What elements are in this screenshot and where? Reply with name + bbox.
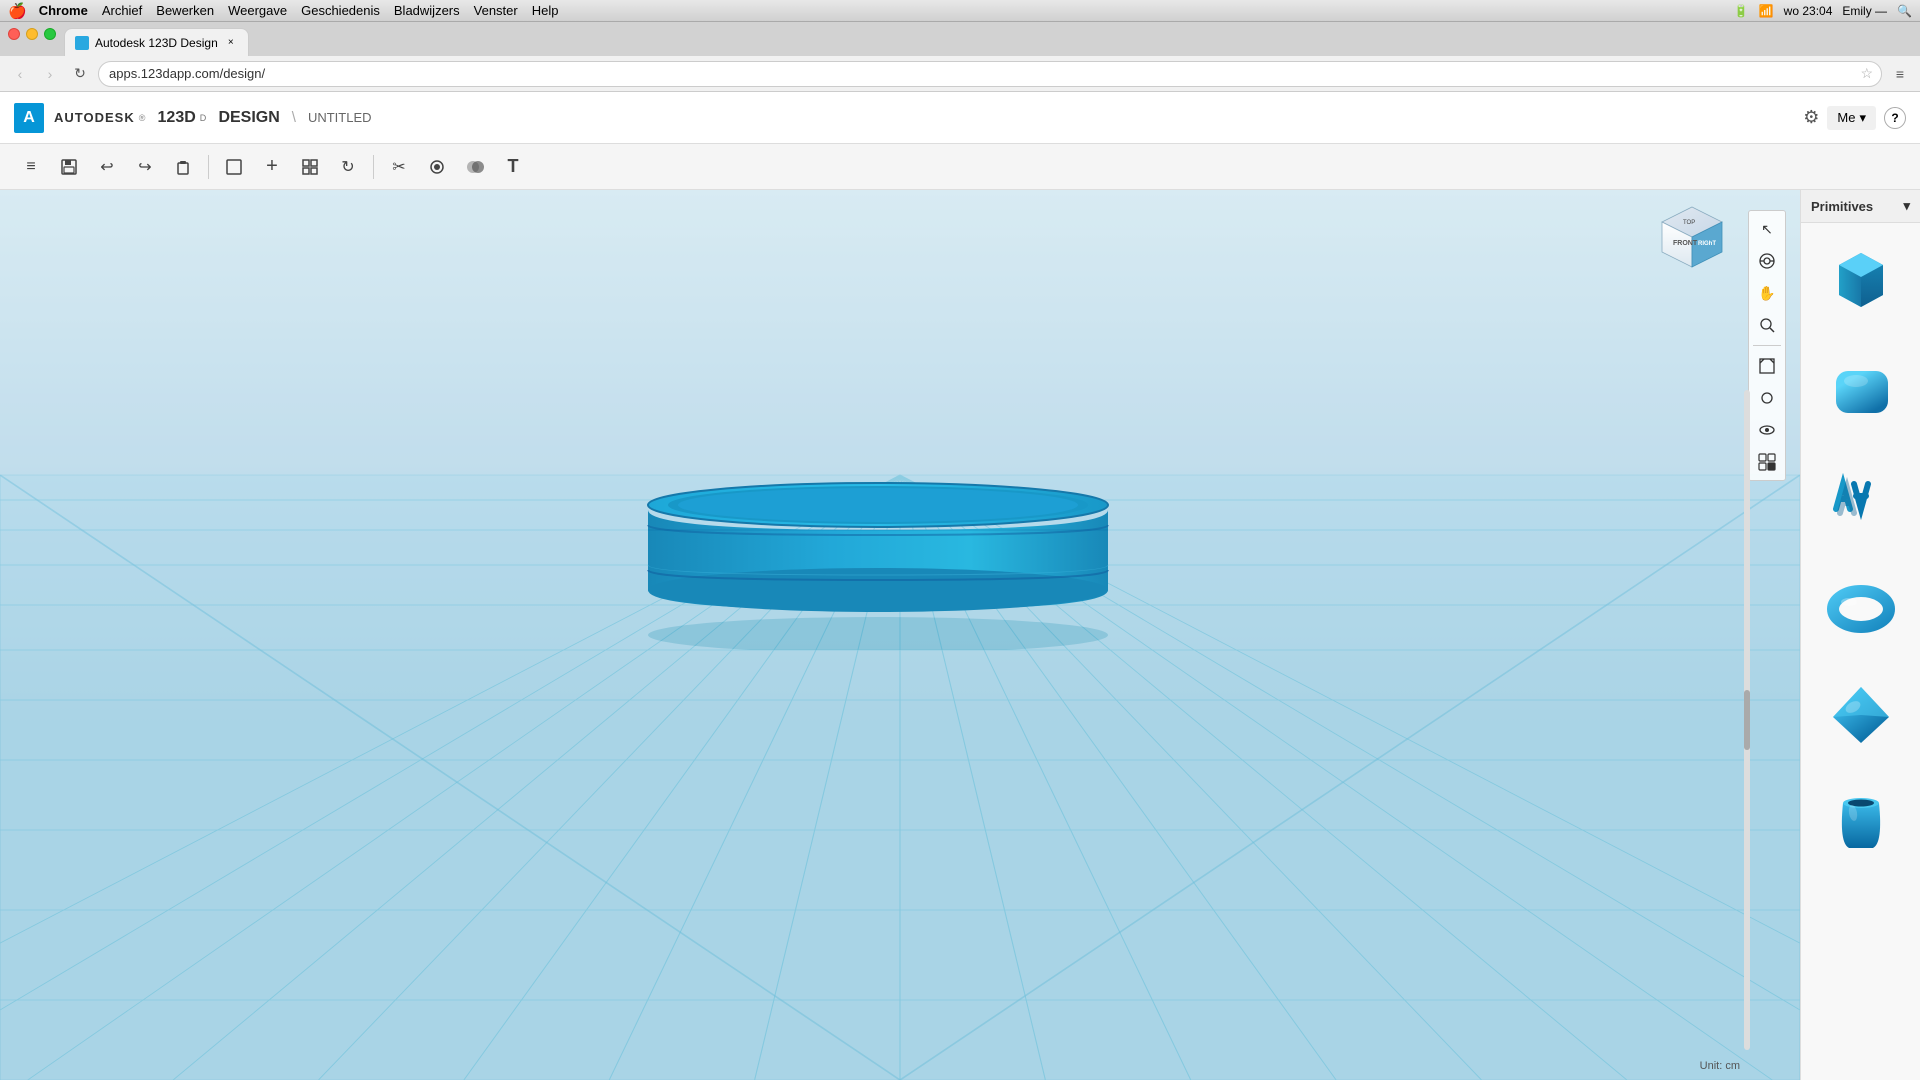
reload-button[interactable]: ↻ [68,62,92,86]
primitive-diamond[interactable] [1811,665,1911,765]
chrome-menu[interactable]: Chrome [39,3,88,18]
minimize-window-button[interactable] [26,28,38,40]
primitive-box[interactable] [1811,233,1911,333]
maximize-window-button[interactable] [44,28,56,40]
chrome-addressbar: ‹ › ↻ apps.123dapp.com/design/ ☆ ≡ [0,56,1920,92]
help-menu[interactable]: Help [532,3,559,18]
app-title: AUTODESK® 123D D DESIGN \ UNTITLED [54,109,372,127]
primitive-rounded-box[interactable] [1811,341,1911,441]
venster-menu[interactable]: Venster [474,3,518,18]
logo-letter: A [23,109,35,127]
app-header: A AUTODESK® 123D D DESIGN \ UNTITLED ⚙ M… [0,92,1920,144]
primitives-title: Primitives [1811,199,1873,214]
navigation-cube[interactable]: FRONT RIGhT TOP [1655,202,1725,272]
apple-menu[interactable]: 🍎 [8,2,27,20]
svg-text:TOP: TOP [1683,220,1695,226]
traffic-lights [8,28,56,40]
snap-view-tool[interactable] [1753,448,1781,476]
primitives-header[interactable]: Primitives ▾ [1801,190,1920,223]
view-tool-divider [1753,345,1781,346]
pan-view-tool[interactable]: ✋ [1753,279,1781,307]
gear-icon[interactable]: ⚙ [1803,107,1819,128]
tab-autodesk[interactable]: Autodesk 123D Design × [64,28,249,56]
header-right: ⚙ Me ▾ ? [1803,106,1906,130]
fit-view-tool[interactable] [1753,352,1781,380]
main-area: FRONT RIGhT TOP ↖ ✋ [0,190,1920,1080]
combine-button[interactable] [458,150,492,184]
user-display: Emily — [1842,4,1887,18]
primitive-torus[interactable] [1811,557,1911,657]
refresh-button[interactable]: ↻ [331,150,365,184]
url-text: apps.123dapp.com/design/ [109,66,265,81]
tab-container: Autodesk 123D Design × [64,28,249,56]
paint-button[interactable] [420,150,454,184]
file-name: UNTITLED [308,110,372,125]
primitive-3dtext[interactable] [1811,449,1911,549]
primitives-collapse-icon: ▾ [1903,198,1910,214]
menubar-right: 🔋 📶 wo 23:04 Emily — 🔍 [1734,4,1912,18]
close-window-button[interactable] [8,28,20,40]
primitives-panel: Primitives ▾ [1800,190,1920,1080]
undo-button[interactable]: ↩ [90,150,124,184]
time-display: wo 23:04 [1784,4,1833,18]
product-name: 123D [158,109,196,127]
toolbar: ≡ ↩ ↪ + ↻ ✂ T [0,144,1920,190]
scroll-thumb[interactable] [1744,690,1750,750]
toolbar-divider [208,155,209,179]
chrome-tabbar: Autodesk 123D Design × [0,22,1920,56]
tab-favicon [75,36,89,50]
title-separator: \ [292,109,296,126]
view-tools-panel: ↖ ✋ [1748,210,1786,481]
viewport[interactable]: FRONT RIGhT TOP ↖ ✋ [0,190,1800,1080]
orbit-view-tool[interactable] [1753,247,1781,275]
back-button[interactable]: ‹ [8,62,32,86]
3d-object[interactable] [630,430,1130,650]
settings-icon[interactable]: ≡ [1888,62,1912,86]
toolbar-divider2 [373,155,374,179]
clipboard-button[interactable] [166,150,200,184]
tab-title: Autodesk 123D Design [95,36,218,50]
redo-button[interactable]: ↪ [128,150,162,184]
wifi-icon: 📶 [1759,4,1774,18]
vertical-scrollbar[interactable] [1744,390,1750,1050]
me-label: Me [1837,110,1855,125]
bladwijzers-menu[interactable]: Bladwijzers [394,3,460,18]
unit-label: Unit: cm [1700,1060,1740,1072]
autodesk-logo: A [14,103,44,133]
brand-name: AUTODESK [54,110,135,125]
geschiedenis-menu[interactable]: Geschiedenis [301,3,380,18]
svg-text:FRONT: FRONT [1673,240,1698,247]
archief-menu[interactable]: Archief [102,3,142,18]
zoom-extents-tool[interactable] [1753,384,1781,412]
primitives-list [1801,223,1920,1080]
cut-button[interactable]: ✂ [382,150,416,184]
tab-close-button[interactable]: × [224,36,238,50]
primitive-cup[interactable] [1811,773,1911,873]
menu-button[interactable]: ≡ [14,150,48,184]
select-view-tool[interactable]: ↖ [1753,215,1781,243]
bewerken-menu[interactable]: Bewerken [156,3,214,18]
transform-button[interactable] [293,150,327,184]
bookmark-icon[interactable]: ☆ [1860,65,1873,82]
select-button[interactable] [217,150,251,184]
me-button[interactable]: Me ▾ [1827,106,1876,130]
text-button[interactable]: T [496,150,530,184]
search-icon[interactable]: 🔍 [1897,4,1912,18]
help-button[interactable]: ? [1884,107,1906,129]
svg-text:RIGhT: RIGhT [1698,241,1716,247]
mac-menubar: 🍎 Chrome Archief Bewerken Weergave Gesch… [0,0,1920,22]
add-button[interactable]: + [255,150,289,184]
save-button[interactable] [52,150,86,184]
chevron-down-icon: ▾ [1859,110,1866,126]
product-name2: DESIGN [218,109,279,127]
visibility-view-tool[interactable] [1753,416,1781,444]
forward-button[interactable]: › [38,62,62,86]
weergave-menu[interactable]: Weergave [228,3,287,18]
zoom-view-tool[interactable] [1753,311,1781,339]
battery-icon: 🔋 [1734,4,1749,18]
address-bar[interactable]: apps.123dapp.com/design/ ☆ [98,61,1882,87]
